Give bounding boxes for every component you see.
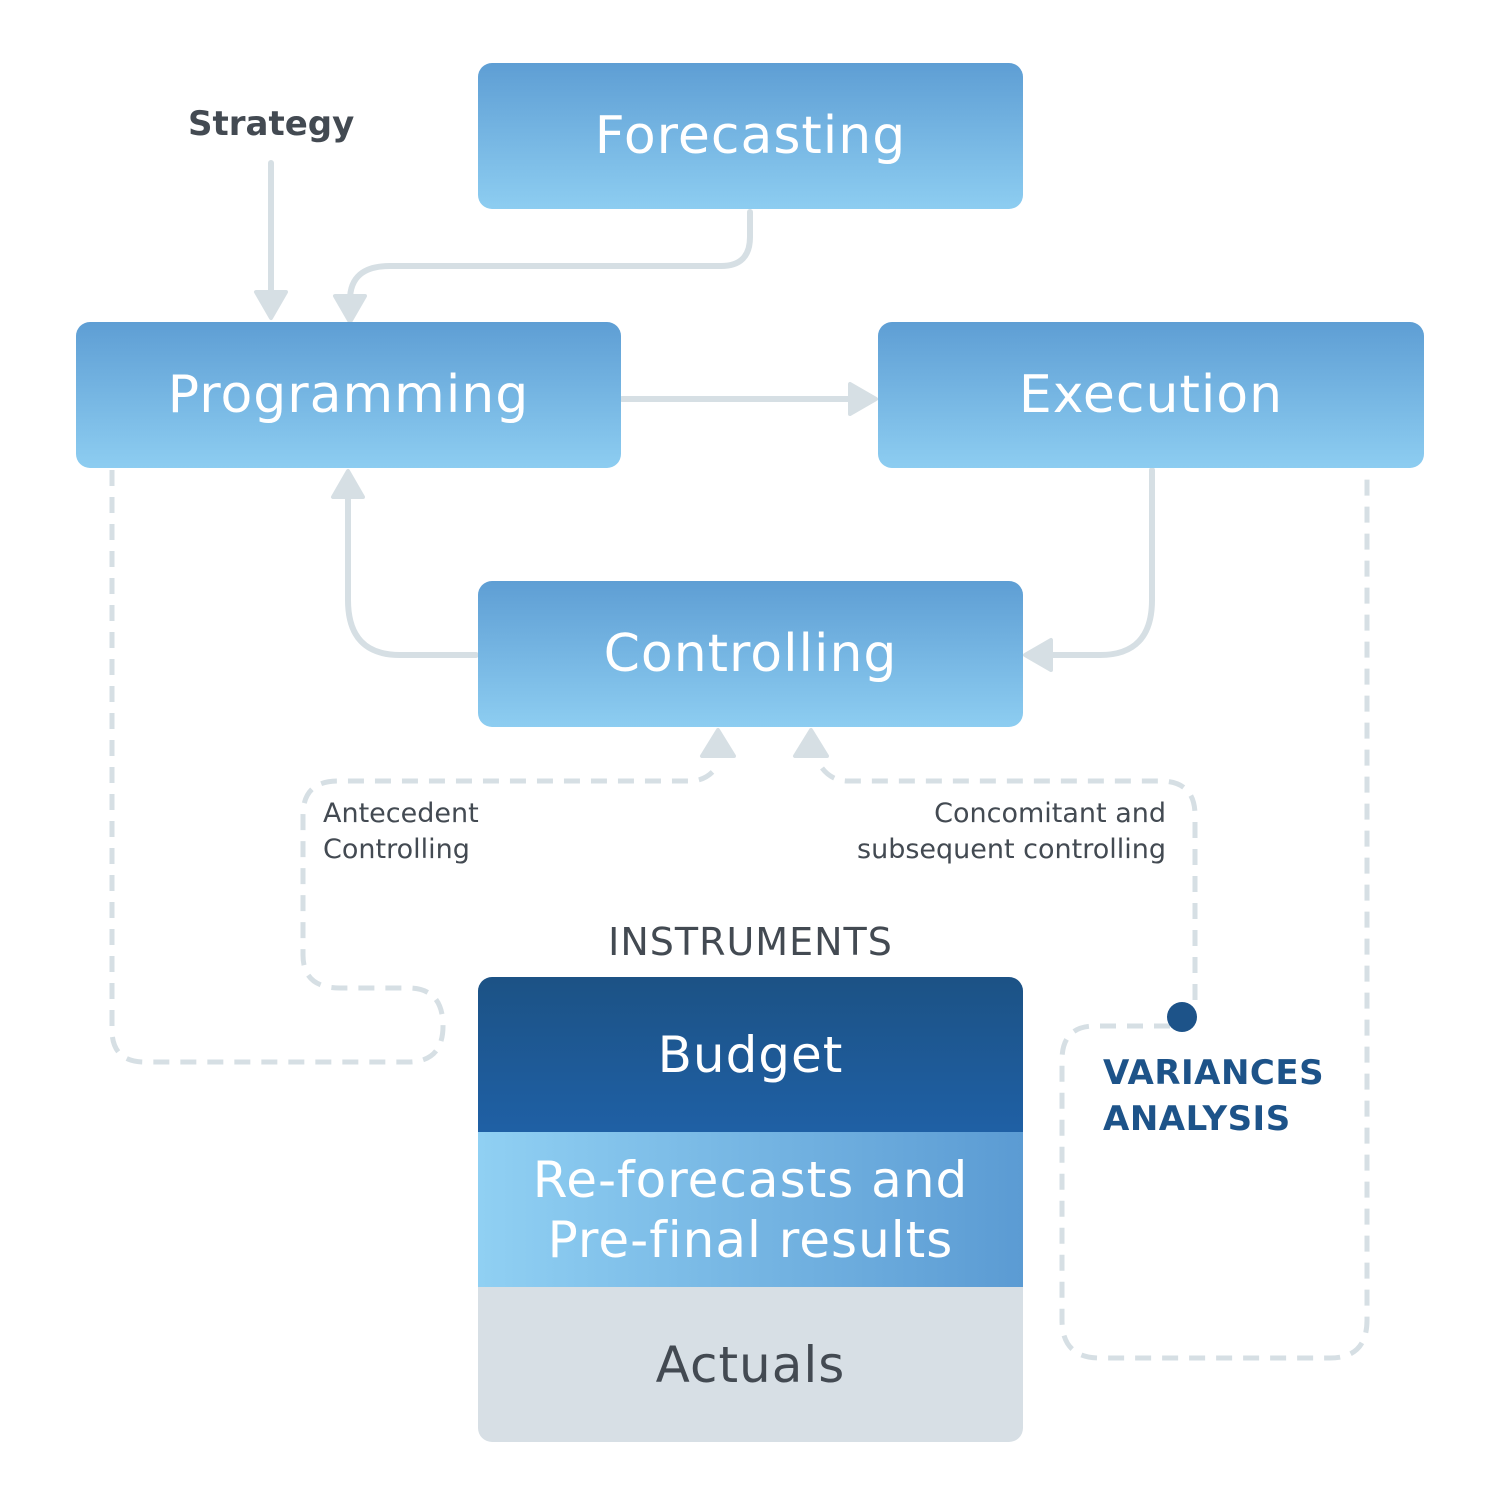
antecedent-controlling-label: Antecedent Controlling xyxy=(323,796,479,868)
variances-line-1: VARIANCES xyxy=(1103,1053,1325,1093)
arrowhead-execution xyxy=(848,382,878,416)
reforecast-line-2: Pre-final results xyxy=(547,1210,954,1269)
arrowhead-controlling-right xyxy=(1023,638,1053,672)
dashed-programming-loop xyxy=(109,470,718,1065)
dashed-variances-loop xyxy=(1059,470,1370,1361)
budget-label: Budget xyxy=(657,1025,844,1084)
reforecast-line-1: Re-forecasts and xyxy=(532,1150,969,1209)
controlling-label: Controlling xyxy=(603,624,898,684)
forecasting-label: Forecasting xyxy=(594,106,907,166)
controlling-box: Controlling xyxy=(478,581,1023,727)
budget-layer: Budget xyxy=(478,977,1023,1132)
concomitant-controlling-label: Concomitant and subsequent controlling xyxy=(790,796,1166,868)
execution-box: Execution xyxy=(878,322,1424,468)
variances-line-2: ANALYSIS xyxy=(1103,1099,1291,1139)
arrow-execution-to-controlling xyxy=(1047,467,1155,658)
arrowhead-concomitant-up xyxy=(793,728,829,758)
programming-box: Programming xyxy=(76,322,621,468)
actuals-layer: Actuals xyxy=(478,1287,1023,1442)
programming-label: Programming xyxy=(167,365,530,425)
arrow-forecasting-to-programming xyxy=(347,209,753,303)
antecedent-line-2: Controlling xyxy=(323,834,470,865)
concomitant-line-1: Concomitant and xyxy=(934,798,1166,829)
arrowhead-antecedent-up xyxy=(700,728,736,758)
antecedent-line-1: Antecedent xyxy=(323,798,479,829)
variances-dot xyxy=(1167,1002,1197,1032)
variances-analysis-label: VARIANCES ANALYSIS xyxy=(1103,1050,1324,1142)
execution-label: Execution xyxy=(1018,365,1284,425)
arrowhead-forecasting xyxy=(333,294,367,324)
arrowhead-strategy xyxy=(254,290,288,320)
reforecast-layer: Re-forecasts and Pre-final results xyxy=(478,1132,1023,1287)
concomitant-line-2: subsequent controlling xyxy=(857,834,1166,865)
instruments-heading: INSTRUMENTS xyxy=(608,920,893,964)
instruments-stack: Budget Re-forecasts and Pre-final result… xyxy=(478,977,1023,1442)
forecasting-box: Forecasting xyxy=(478,63,1023,209)
strategy-label: Strategy xyxy=(188,104,355,144)
arrow-controlling-to-programming xyxy=(345,494,479,658)
arrowhead-programming-up xyxy=(331,469,365,499)
actuals-label: Actuals xyxy=(655,1335,846,1394)
